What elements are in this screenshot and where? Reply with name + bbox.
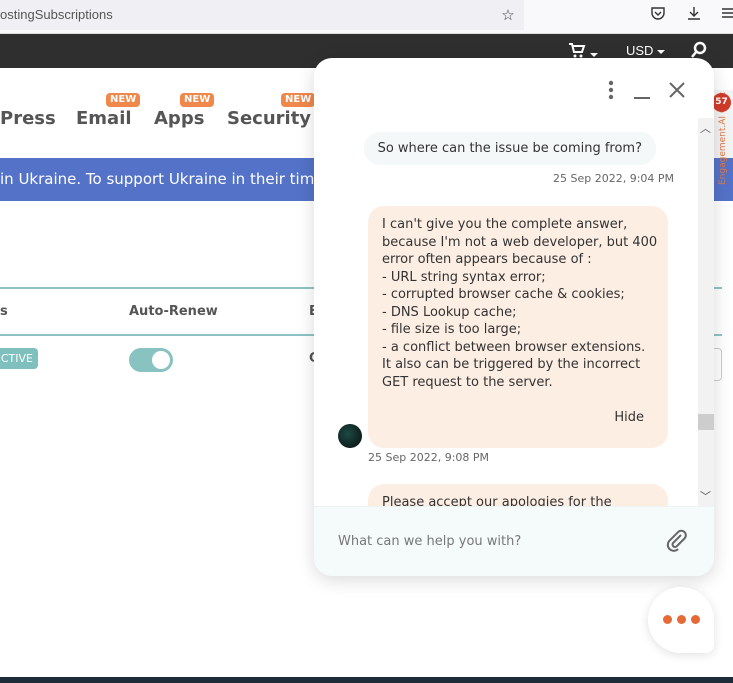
message-line: error often appears because of : (382, 252, 592, 267)
toggle-knob (152, 351, 170, 369)
typing-dot-icon (691, 615, 700, 624)
hide-button[interactable]: Hide (382, 409, 644, 427)
status-badge: CTIVE (0, 348, 38, 369)
divider (714, 287, 722, 289)
minimize-button[interactable] (631, 78, 653, 102)
user-message-bubble: So where can the issue be coming from? (363, 132, 656, 165)
message-composer (314, 506, 714, 576)
message-line: - DNS Lookup cache; (382, 304, 517, 320)
table-header-divider (0, 334, 315, 336)
chevron-down-icon (657, 49, 666, 54)
minimize-icon (634, 97, 650, 99)
message-line: - file size is too large; (382, 322, 522, 337)
nav-item-security[interactable]: Security (227, 108, 311, 129)
message-input[interactable] (338, 531, 638, 551)
table-top-divider (0, 287, 315, 289)
partial-button[interactable] (714, 348, 722, 381)
auto-renew-toggle[interactable] (129, 348, 173, 372)
agent-avatar (338, 424, 362, 448)
nav-item-apps[interactable]: Apps (154, 108, 204, 129)
notification-badge: 57 (712, 93, 731, 112)
message-line: Please accept our apologies for the (382, 495, 612, 506)
message-line: I can't give you the complete answer, (382, 217, 628, 232)
nav-item-email[interactable]: Email (76, 108, 132, 129)
site-footer (0, 677, 733, 683)
chevron-down-icon (590, 52, 598, 57)
attach-button[interactable] (666, 529, 688, 553)
message-line: - URL string syntax error; (382, 269, 546, 285)
more-options-button[interactable] (600, 78, 622, 102)
bookmark-star-icon[interactable]: ☆ (498, 5, 518, 25)
new-badge: NEW (281, 93, 316, 107)
column-header-auto-renew: Auto-Renew (129, 304, 218, 319)
close-icon (669, 82, 685, 98)
chat-launcher-button[interactable] (648, 587, 714, 653)
chevron-up-icon[interactable]: ︿ (700, 120, 711, 136)
chat-panel: So where can the issue be coming from? 2… (314, 58, 714, 576)
nav-item-press[interactable]: Press (0, 108, 56, 129)
search-icon (691, 41, 707, 58)
more-vert-icon (608, 80, 614, 100)
currency-selector[interactable]: USD (626, 43, 666, 58)
message-line: It also can be triggered by the incorrec… (382, 357, 641, 372)
ukraine-banner: in Ukraine. To support Ukraine in their … (0, 158, 324, 201)
message-line: - corrupted browser cache & cookies; (382, 287, 625, 302)
new-badge: NEW (106, 93, 141, 107)
agent-message-bubble: Please accept our apologies for the (368, 484, 668, 506)
message-list: So where can the issue be coming from? 2… (314, 118, 698, 506)
chevron-down-icon[interactable]: ﹀ (700, 488, 711, 504)
download-icon[interactable] (684, 5, 704, 25)
menu-icon[interactable] (718, 5, 733, 25)
message-timestamp: 25 Sep 2022, 9:08 PM (368, 451, 490, 464)
typing-dot-icon (677, 615, 686, 624)
message-line: GET request to the server. (382, 374, 553, 390)
url-text: ostingSubscriptions (0, 7, 113, 22)
close-button[interactable] (666, 78, 688, 102)
message-line: because I'm not a web developer, but 400 (382, 234, 658, 250)
agent-message-bubble: I can't give you the complete answer, be… (368, 206, 668, 448)
column-header-status: s (0, 304, 8, 319)
pocket-icon[interactable] (648, 5, 668, 25)
browser-toolbar: ostingSubscriptions ☆ (0, 0, 733, 34)
divider (714, 334, 722, 336)
currency-label: USD (626, 43, 654, 58)
typing-dot-icon (663, 615, 672, 624)
message-scrollbar[interactable]: ︿ ﹀ (698, 118, 714, 506)
message-line: - a conflict between browser extensions. (382, 339, 646, 355)
new-badge: NEW (180, 93, 215, 107)
scrollbar-thumb[interactable] (698, 414, 714, 430)
paperclip-icon (666, 529, 687, 552)
url-bar[interactable]: ostingSubscriptions ☆ (0, 0, 524, 30)
message-timestamp: 25 Sep 2022, 9:04 PM (553, 172, 675, 185)
cart-icon (569, 43, 586, 58)
banner-text: in Ukraine. To support Ukraine in their … (0, 170, 324, 188)
